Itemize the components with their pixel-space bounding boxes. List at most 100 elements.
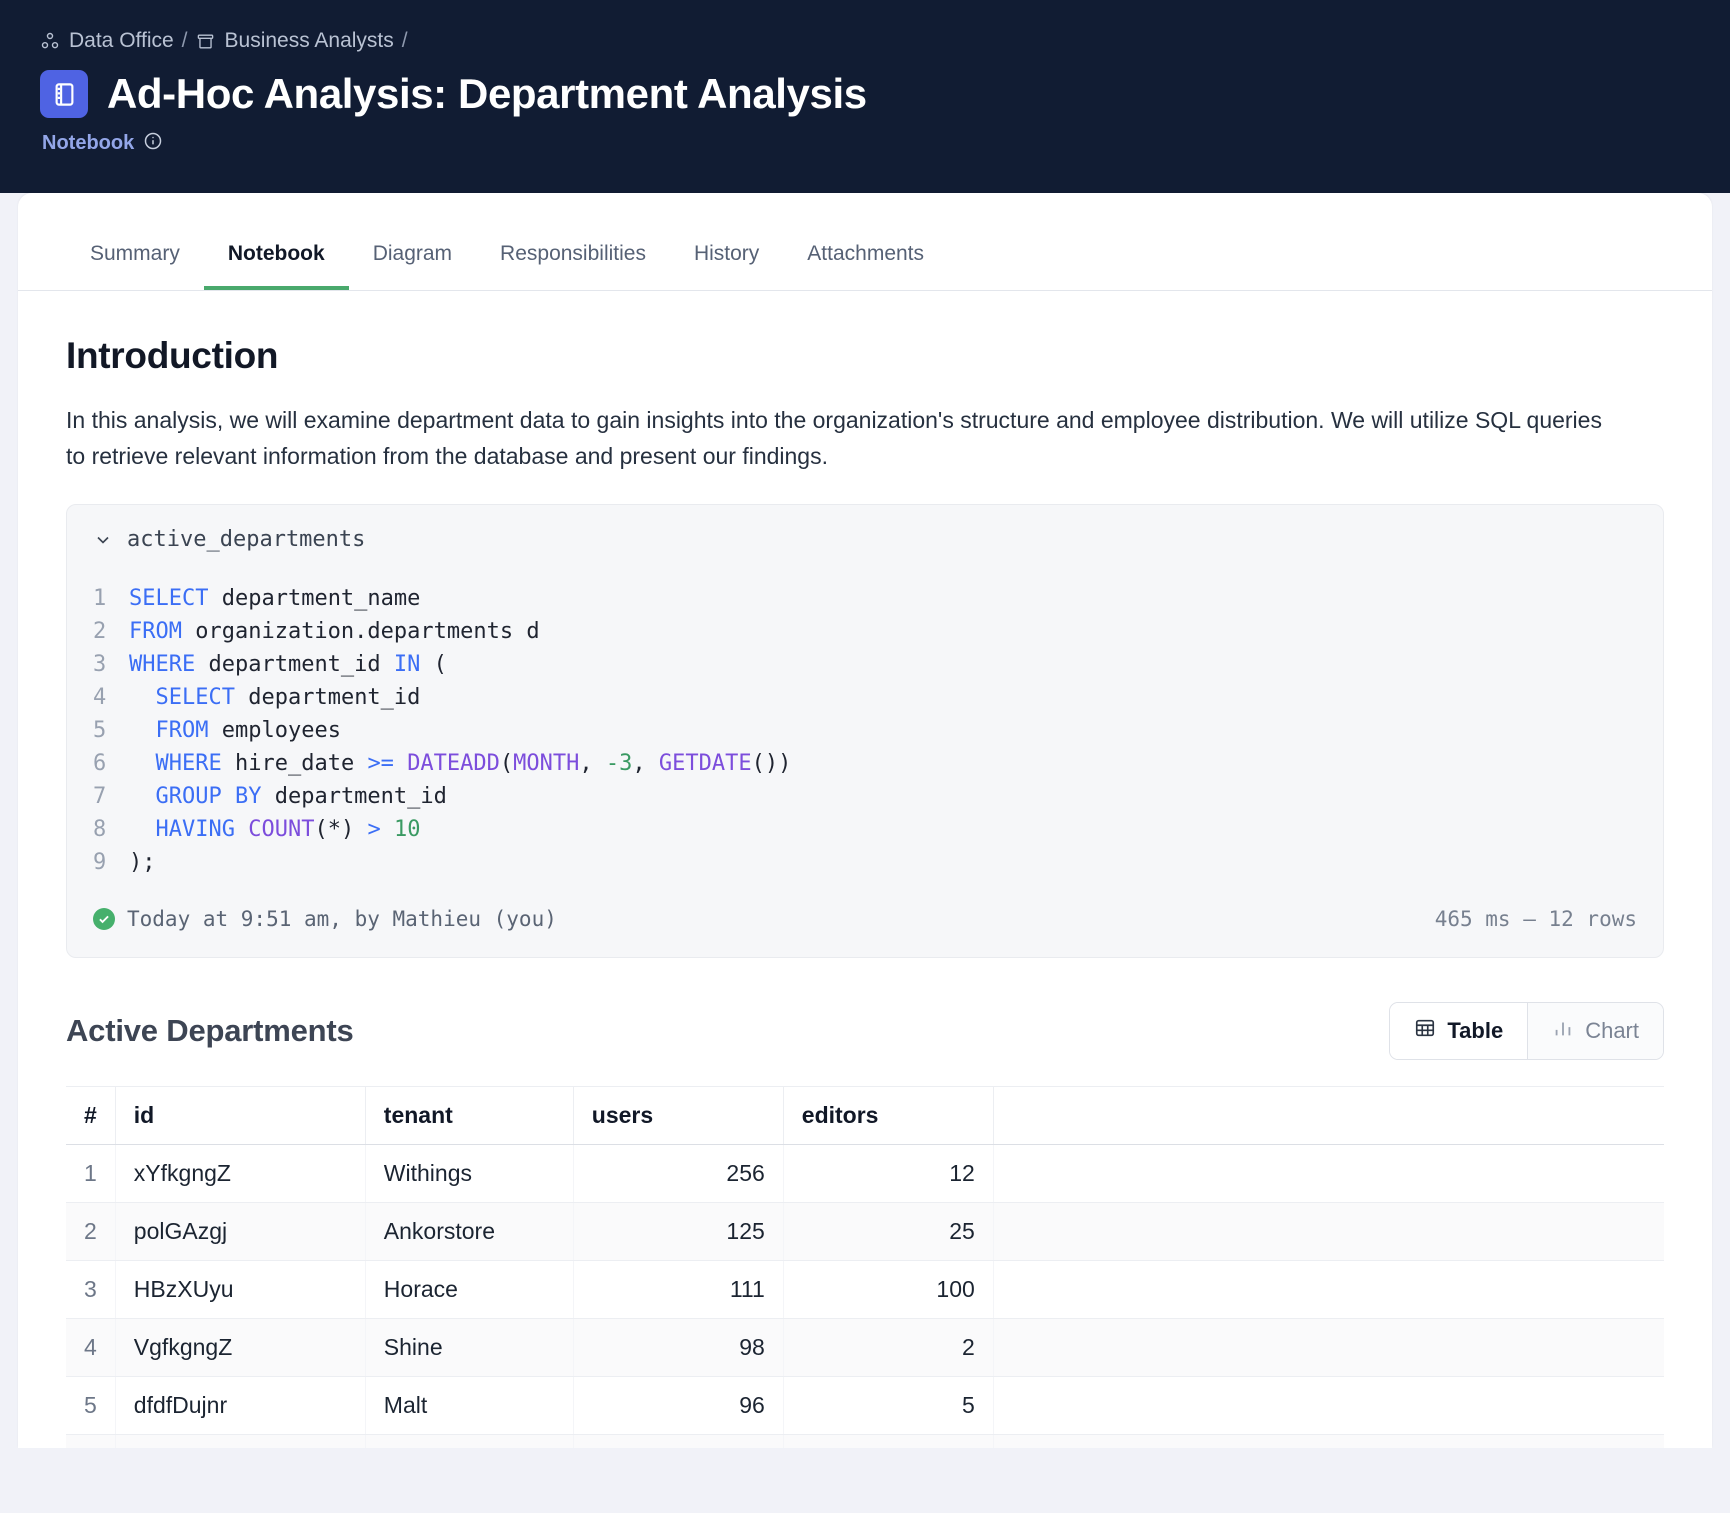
cell-id: VgfkgngZ bbox=[115, 1319, 365, 1377]
breadcrumb-item-data-office[interactable]: Data Office bbox=[40, 29, 174, 53]
code-token: SELECT bbox=[156, 685, 235, 710]
code-token: employees bbox=[208, 718, 340, 743]
table-row[interactable]: 1xYfkgngZWithings25612 bbox=[66, 1145, 1664, 1203]
app-page: Data Office / Business Analysts / A bbox=[0, 0, 1730, 1513]
view-toggle-table[interactable]: Table bbox=[1390, 1003, 1527, 1059]
code-token bbox=[129, 784, 156, 809]
row-index: 4 bbox=[66, 1319, 115, 1377]
breadcrumb-separator-2: / bbox=[402, 29, 408, 53]
table-row[interactable]: 3HBzXUyuHorace111100 bbox=[66, 1261, 1664, 1319]
cell-users: 111 bbox=[573, 1261, 783, 1319]
code-token: -3 bbox=[606, 751, 633, 776]
column-header-tenant[interactable]: tenant bbox=[365, 1087, 573, 1145]
code-token: ); bbox=[129, 850, 156, 875]
code-cell-header[interactable]: active_departments bbox=[67, 505, 1663, 558]
tab-bar: Summary Notebook Diagram Responsibilitie… bbox=[18, 193, 1712, 291]
code-token bbox=[235, 817, 248, 842]
code-line-number: 9 bbox=[93, 846, 129, 879]
row-index: 2 bbox=[66, 1203, 115, 1261]
cell-id: polGAzgj bbox=[115, 1203, 365, 1261]
code-token bbox=[381, 817, 394, 842]
column-header-editors[interactable]: editors bbox=[783, 1087, 993, 1145]
table-row[interactable]: 5dfdfDujnrMalt965 bbox=[66, 1377, 1664, 1435]
breadcrumb-item-business-analysts[interactable]: Business Analysts bbox=[196, 29, 394, 53]
cell-empty bbox=[993, 1377, 1664, 1435]
code-line-number: 8 bbox=[93, 813, 129, 846]
cell-id: dfdfDujnr bbox=[115, 1377, 365, 1435]
code-token bbox=[394, 751, 407, 776]
breadcrumb-label: Business Analysts bbox=[225, 29, 394, 53]
table-row[interactable]: 2polGAzgjAnkorstore12525 bbox=[66, 1203, 1664, 1261]
tab-attachments[interactable]: Attachments bbox=[783, 242, 948, 290]
cell-editors: 2 bbox=[783, 1319, 993, 1377]
row-index: 6 bbox=[66, 1435, 115, 1448]
content-card: Summary Notebook Diagram Responsibilitie… bbox=[18, 193, 1712, 1448]
results-table-body: 1xYfkgngZWithings256122polGAzgjAnkorstor… bbox=[66, 1145, 1664, 1448]
code-token bbox=[129, 751, 156, 776]
table-row[interactable]: 4VgfkgngZShine982 bbox=[66, 1319, 1664, 1377]
code-token: SELECT bbox=[129, 586, 208, 611]
code-token: WHERE bbox=[156, 751, 222, 776]
tab-summary[interactable]: Summary bbox=[66, 242, 204, 290]
results-title: Active Departments bbox=[66, 1013, 354, 1049]
table-icon bbox=[1414, 1017, 1436, 1045]
code-token: FROM bbox=[129, 619, 182, 644]
cell-users: 98 bbox=[573, 1319, 783, 1377]
cell-editors: 11 bbox=[783, 1435, 993, 1448]
code-token: department_id bbox=[195, 652, 394, 677]
cell-id: xYfkgngZ bbox=[115, 1145, 365, 1203]
code-line-number: 4 bbox=[93, 681, 129, 714]
tab-history[interactable]: History bbox=[670, 242, 783, 290]
code-token: department_id bbox=[261, 784, 446, 809]
code-token: GROUP BY bbox=[156, 784, 262, 809]
tab-responsibilities[interactable]: Responsibilities bbox=[476, 242, 670, 290]
cell-id: HBzXUyu bbox=[115, 1261, 365, 1319]
cell-tenant: Shine bbox=[365, 1319, 573, 1377]
code-token: , bbox=[579, 751, 606, 776]
code-token: IN bbox=[394, 652, 421, 677]
table-row[interactable]: 6polGAzgjGojob8711 bbox=[66, 1435, 1664, 1448]
cell-empty bbox=[993, 1261, 1664, 1319]
cell-editors: 100 bbox=[783, 1261, 993, 1319]
code-cell-name: active_departments bbox=[127, 527, 365, 552]
cell-editors: 12 bbox=[783, 1145, 993, 1203]
code-token: DATEADD bbox=[407, 751, 500, 776]
code-token: ()) bbox=[752, 751, 792, 776]
cell-users: 256 bbox=[573, 1145, 783, 1203]
info-icon[interactable] bbox=[143, 131, 163, 156]
view-toggle-chart[interactable]: Chart bbox=[1528, 1003, 1663, 1059]
object-type-label: Notebook bbox=[42, 132, 134, 155]
results-table-head: # id tenant users editors bbox=[66, 1087, 1664, 1145]
execution-status-text: Today at 9:51 am, by Mathieu (you) bbox=[127, 907, 557, 931]
cell-users: 87 bbox=[573, 1435, 783, 1448]
tab-diagram[interactable]: Diagram bbox=[349, 242, 476, 290]
table-header-row: # id tenant users editors bbox=[66, 1087, 1664, 1145]
page-header: Data Office / Business Analysts / A bbox=[0, 0, 1730, 193]
code-token: GETDATE bbox=[659, 751, 752, 776]
check-circle-icon bbox=[93, 908, 115, 930]
tab-notebook[interactable]: Notebook bbox=[204, 242, 349, 290]
cell-id: polGAzgj bbox=[115, 1435, 365, 1448]
cell-empty bbox=[993, 1319, 1664, 1377]
introduction-paragraph: In this analysis, we will examine depart… bbox=[66, 403, 1626, 474]
cell-users: 125 bbox=[573, 1203, 783, 1261]
code-cell-footer: Today at 9:51 am, by Mathieu (you) 465 m… bbox=[67, 889, 1663, 957]
cell-tenant: Gojob bbox=[365, 1435, 573, 1448]
code-line-number: 3 bbox=[93, 648, 129, 681]
code-token: ( bbox=[420, 652, 447, 677]
cell-tenant: Malt bbox=[365, 1377, 573, 1435]
org-icon bbox=[40, 31, 60, 51]
cell-editors: 5 bbox=[783, 1377, 993, 1435]
cell-tenant: Withings bbox=[365, 1145, 573, 1203]
column-header-id[interactable]: id bbox=[115, 1087, 365, 1145]
column-header-users[interactable]: users bbox=[573, 1087, 783, 1145]
code-token bbox=[129, 718, 156, 743]
code-token: , bbox=[632, 751, 659, 776]
chevron-down-icon[interactable] bbox=[93, 530, 113, 550]
breadcrumb: Data Office / Business Analysts / bbox=[40, 26, 1730, 56]
page-title: Ad-Hoc Analysis: Department Analysis bbox=[107, 70, 867, 118]
cell-tenant: Horace bbox=[365, 1261, 573, 1319]
column-header-index[interactable]: # bbox=[66, 1087, 115, 1145]
sql-code[interactable]: 1SELECT department_name 2FROM organizati… bbox=[67, 558, 1663, 889]
code-token: (*) bbox=[314, 817, 367, 842]
